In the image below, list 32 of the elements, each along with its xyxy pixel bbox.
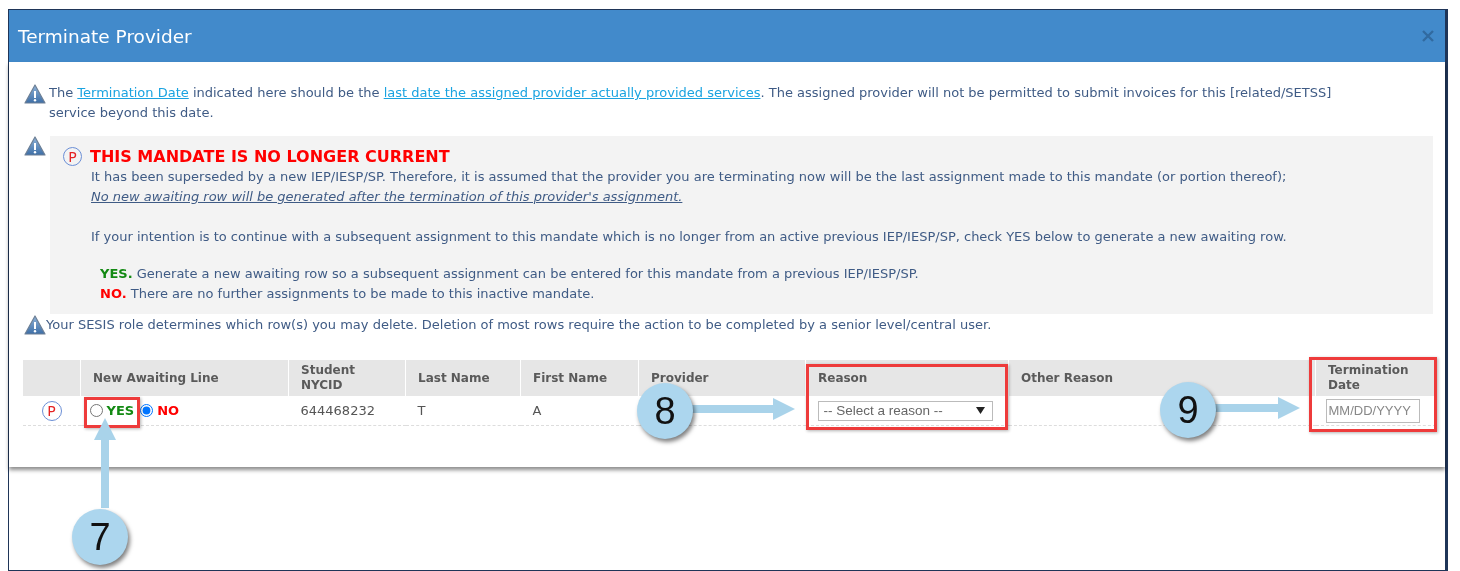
column-header: Other Reason xyxy=(1021,370,1114,385)
warning-icon xyxy=(24,136,46,156)
warning-icon xyxy=(24,84,46,104)
option-label[interactable]: YES xyxy=(106,403,135,418)
termination-notice: The Termination Date indicated here should be the last date the assigned provider actually provided services. The assigned provider will not be permitted to submit invoices for this [related/SETSS] service beyond this date. xyxy=(49,84,1333,122)
radio-button[interactable] xyxy=(140,404,154,417)
mandate-note: No new awaiting row will be generated after the termination of this provider's assignment. xyxy=(91,188,684,206)
role-notice: Your SESIS role determines which row(s) you may delete. Deletion of most rows require the action to be completed by a senior level/central user. xyxy=(46,316,992,334)
instruction-text: If your intention is to continue with a subsequent assignment to this mandate which is no longer from an active previous IEP/IESP/SP, check YES below to generate a new awaiting row. xyxy=(91,228,1288,246)
table-cell: A xyxy=(532,403,542,418)
window-title: Terminate Provider xyxy=(18,25,192,47)
radio-button[interactable] xyxy=(89,404,103,417)
date-field[interactable]: MM/DD/YYYY xyxy=(1325,398,1420,423)
column-header: Provider xyxy=(651,370,709,385)
warning-icon xyxy=(24,315,46,335)
text-link[interactable]: last date the assigned provider actually provided services xyxy=(383,85,761,100)
option-description: NO. There are no further assignments to be made to this inactive mandate. xyxy=(100,285,596,303)
column-header: Student NYCID xyxy=(301,363,355,392)
column-header: Reason xyxy=(818,370,868,385)
table-cell: 644468232 xyxy=(300,403,375,418)
mandate-paragraph: It has been superseded by a new IEP/IESP/SP. Therefore, it is assumed that the provider you are terminating now will be the last assignment made to this mandate (or portion thereof); xyxy=(91,168,1288,186)
column-header: Termination Date xyxy=(1328,363,1409,392)
option-description: YES. Generate a new awaiting row so a subsequent assignment can be entered for this mandate from a previous IEP/IESP/SP. xyxy=(100,265,920,283)
text-link[interactable]: Termination Date xyxy=(77,85,189,100)
mandate-heading: THIS MANDATE IS NO LONGER CURRENT xyxy=(90,147,450,166)
caret-icon xyxy=(975,407,985,414)
table-cell: T xyxy=(417,403,426,418)
option-label[interactable]: NO xyxy=(157,403,180,418)
column-header: Last Name xyxy=(418,370,490,385)
column-header: First Name xyxy=(533,370,608,385)
reason-dropdown[interactable]: -- Select a reason -- xyxy=(817,400,993,421)
column-header: New Awaiting Line xyxy=(93,370,219,385)
